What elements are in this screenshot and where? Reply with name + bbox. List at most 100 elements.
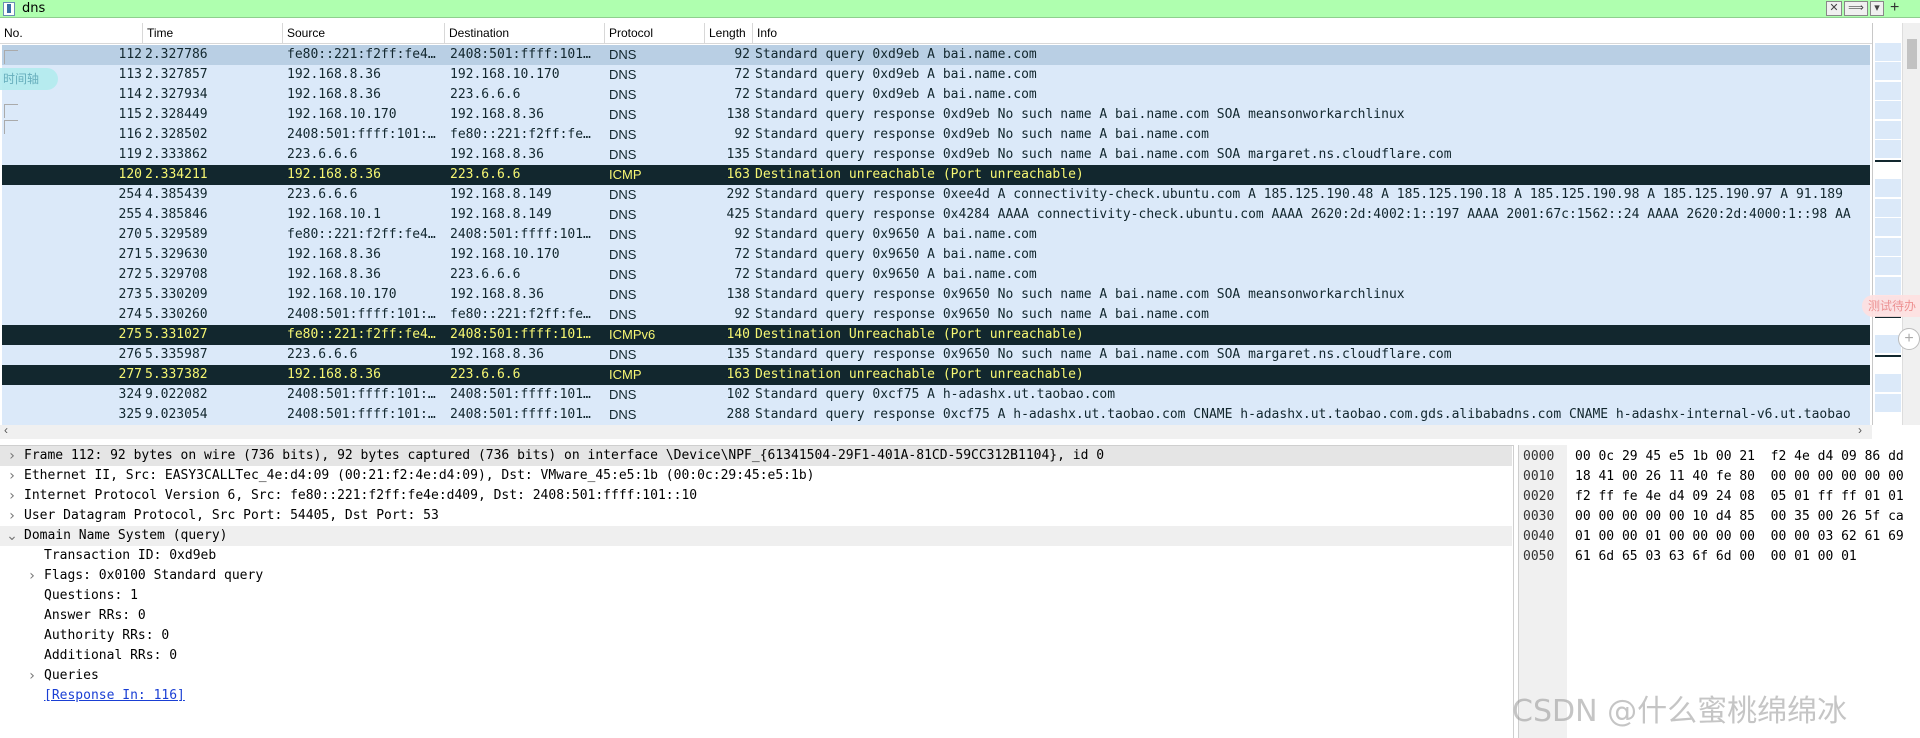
packet-row[interactable]: 325 9.023054 2408:501:ffff:101:… 2408:501:f… [2,405,1870,425]
packet-length: 72 [734,87,750,102]
packet-row[interactable]: 270 5.329589 fe80::221:f2ff:fe4… 2408:501:f… [2,225,1870,245]
pin-icon[interactable] [4,50,18,64]
detail-tree-item[interactable]: Answer RRs: 0 [0,606,1512,626]
packet-row[interactable]: 324 9.022082 2408:501:ffff:101:… 2408:501:f… [2,385,1870,405]
packet-row[interactable]: 120 2.334211 192.168.8.36 223.6.6.6 ICMP 163 D… [2,165,1870,185]
packet-number: 275 [118,327,142,342]
packet-row[interactable]: 272 5.329708 192.168.8.36 223.6.6.6 DNS 72 Sta… [2,265,1870,285]
packet-row[interactable]: 255 4.385846 192.168.10.1 192.168.8.149 DNS 4… [2,205,1870,225]
packet-number: 254 [118,187,142,202]
packet-list-horizontal-scrollbar[interactable]: ‹ › [0,423,1872,439]
hex-bytes[interactable]: 61 6d 65 03 63 6f 6d 00 00 01 00 01 [1575,547,1857,567]
detail-tree-item[interactable]: › Flags: 0x0100 Standard query [0,566,1512,586]
detail-tree-item[interactable]: › Ethernet II, Src: EASY3CALLTec_4e:d4:09… [0,466,1512,486]
expand-arrow-icon[interactable]: › [26,566,38,586]
packet-time: 5.330260 [145,307,208,322]
packet-row[interactable]: 254 4.385439 223.6.6.6 192.168.8.149 DNS 292 S… [2,185,1870,205]
expand-arrow-icon[interactable]: › [6,446,18,466]
column-header-destination[interactable]: Destination [445,23,605,44]
packet-row[interactable]: 116 2.328502 2408:501:ffff:101:… fe80::221:… [2,125,1870,145]
hex-bytes[interactable]: 01 00 00 01 00 00 00 00 00 00 03 62 61 6… [1575,527,1904,547]
floating-side-toolbar[interactable]: 时间轴 [0,48,58,138]
packet-info: Standard query response 0x9650 No such n… [755,307,1209,322]
hex-bytes[interactable]: 00 00 00 00 00 10 d4 85 00 35 00 26 5f c… [1575,507,1904,527]
display-filter-input[interactable]: dns [22,1,45,16]
packet-protocol: DNS [609,127,637,142]
detail-tree-item[interactable]: Additional RRs: 0 [0,646,1512,666]
packet-row[interactable]: 119 2.333862 223.6.6.6 192.168.8.36 DNS 135 St… [2,145,1870,165]
packet-time: 2.327934 [145,87,208,102]
hex-bytes[interactable]: 18 41 00 26 11 40 fe 80 00 00 00 00 00 0… [1575,467,1904,487]
packet-info: Destination Unreachable (Port unreachabl… [755,327,1084,342]
detail-tree-item[interactable]: › Queries [0,666,1512,686]
packet-destination: 2408:501:ffff:101… [450,47,591,62]
minimap-mark [1875,238,1901,256]
packet-length: 72 [734,247,750,262]
detail-tree-item[interactable]: › User Datagram Protocol, Src Port: 54405… [0,506,1512,526]
scroll-left-icon[interactable]: ‹ [4,423,8,437]
packet-number: 255 [118,207,142,222]
packet-minimap[interactable] [1872,23,1902,425]
apply-filter-icon[interactable]: ⟹ [1844,1,1868,16]
packet-row[interactable]: 115 2.328449 192.168.10.170 192.168.8.36 DNS… [2,105,1870,125]
packet-details-pane: › Frame 112: 92 bytes on wire (736 bits),… [0,445,1514,738]
expand-arrow-icon[interactable]: › [6,506,18,526]
pin-icon[interactable] [4,104,18,118]
timeline-tab[interactable]: 时间轴 [0,68,58,90]
packet-row[interactable]: 277 5.337382 192.168.8.36 223.6.6.6 ICMP 163 D… [2,365,1870,385]
filter-history-icon[interactable]: ▾ [1870,1,1884,16]
column-header-protocol[interactable]: Protocol [605,23,705,44]
packet-source: 192.168.8.36 [287,267,381,282]
collapse-arrow-icon[interactable]: ⌄ [6,526,18,546]
packet-row[interactable]: 113 2.327857 192.168.8.36 192.168.10.170 DNS… [2,65,1870,85]
expand-arrow-icon[interactable]: › [6,486,18,506]
packet-destination: 2408:501:ffff:101… [450,387,591,402]
packet-row[interactable]: 112 2.327786 fe80::221:f2ff:fe4… 2408:501:f… [2,45,1870,65]
packet-number: 325 [118,407,142,422]
packet-info: Standard query 0x9650 A bai.name.com [755,267,1037,282]
packet-time: 2.334211 [145,167,208,182]
packet-row[interactable]: 276 5.335987 223.6.6.6 192.168.8.36 DNS 135 St… [2,345,1870,365]
packet-row[interactable]: 273 5.330209 192.168.10.170 192.168.8.36 DNS… [2,285,1870,305]
scrollbar-thumb[interactable] [1907,39,1917,69]
column-header-time[interactable]: Time [143,23,283,44]
packet-row[interactable]: 114 2.327934 192.168.8.36 223.6.6.6 DNS 72 Sta… [2,85,1870,105]
display-filter-bar[interactable]: dns ✕ ⟹ ▾ + [0,0,1920,18]
bookmark-icon[interactable] [3,2,15,16]
expand-arrow-icon[interactable]: › [6,466,18,486]
add-circle-icon[interactable]: + [1898,328,1920,350]
response-in-link[interactable]: [Response In: 116] [44,686,185,706]
detail-text: Additional RRs: 0 [44,648,178,663]
detail-text: Internet Protocol Version 6, Src: fe80::… [24,488,698,503]
column-header-no[interactable]: No. [0,23,143,44]
packet-row[interactable]: 274 5.330260 2408:501:ffff:101:… fe80::221:… [2,305,1870,325]
expand-arrow-icon[interactable]: › [26,666,38,686]
packet-source: 192.168.10.170 [287,287,397,302]
packet-protocol: DNS [609,107,637,122]
packet-row[interactable]: 275 5.331027 fe80::221:f2ff:fe4… 2408:501:f… [2,325,1870,345]
detail-tree-item[interactable]: › Frame 112: 92 bytes on wire (736 bits),… [0,446,1512,466]
detail-tree-item[interactable]: Authority RRs: 0 [0,626,1512,646]
column-header-length[interactable]: Length [705,23,753,44]
packet-row[interactable]: 271 5.329630 192.168.8.36 192.168.10.170 DNS… [2,245,1870,265]
pin-icon[interactable] [4,120,18,134]
packet-number: 270 [118,227,142,242]
scroll-right-icon[interactable]: › [1858,423,1862,437]
packet-number: 271 [118,247,142,262]
clear-filter-icon[interactable]: ✕ [1826,1,1842,16]
detail-tree-item[interactable]: ⌄ Domain Name System (query) [0,526,1512,546]
hex-bytes[interactable]: f2 ff fe 4e d4 09 24 08 05 01 ff ff 01 0… [1575,487,1904,507]
packet-time: 5.337382 [145,367,208,382]
detail-tree-item[interactable]: Transaction ID: 0xd9eb [0,546,1512,566]
hex-bytes[interactable]: 00 0c 29 45 e5 1b 00 21 f2 4e d4 09 86 d… [1575,447,1904,467]
packet-list-vertical-scrollbar[interactable] [1902,23,1920,425]
detail-tree-item[interactable]: [Response In: 116] [0,686,1512,706]
packet-destination: 192.168.10.170 [450,67,560,82]
packet-time: 5.329630 [145,247,208,262]
add-filter-button-icon[interactable]: + [1890,0,1899,17]
detail-tree-item[interactable]: Questions: 1 [0,586,1512,606]
detail-tree-item[interactable]: › Internet Protocol Version 6, Src: fe80:… [0,486,1512,506]
test-todo-tab[interactable]: 测试待办 [1862,295,1920,317]
column-header-source[interactable]: Source [283,23,445,44]
column-header-info[interactable]: Info [753,23,1872,44]
